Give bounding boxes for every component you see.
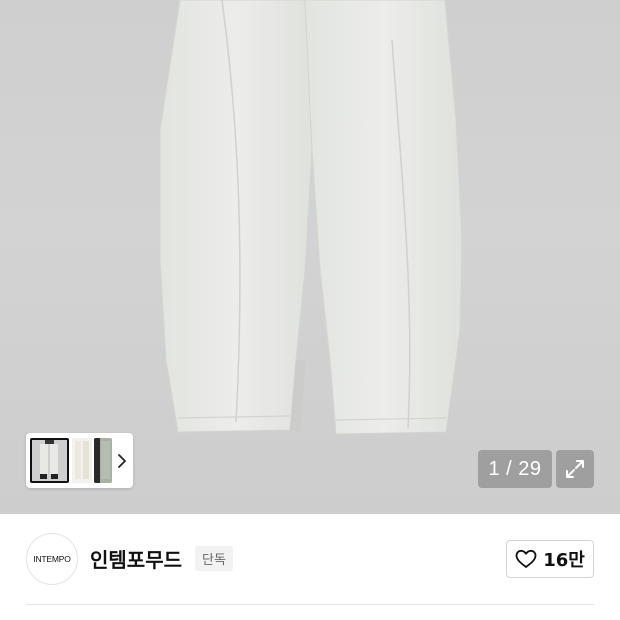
- heart-icon: [515, 549, 537, 568]
- thumbnail-1[interactable]: [30, 438, 69, 483]
- brand-name[interactable]: 인템포무드: [90, 544, 182, 573]
- divider: [26, 604, 594, 605]
- thumbnail-2[interactable]: [72, 438, 92, 483]
- expand-icon: [566, 460, 584, 478]
- chevron-right-icon[interactable]: [114, 450, 130, 472]
- brand-logo-text: INTEMPO: [33, 554, 71, 564]
- like-button[interactable]: 16만: [506, 540, 594, 578]
- image-counter: 1 / 29: [478, 450, 552, 488]
- product-image-gallery[interactable]: 1 / 29: [0, 0, 620, 514]
- thumbnail-3[interactable]: [94, 438, 112, 483]
- brand-row: INTEMPO 인템포무드 단독 16만: [0, 514, 620, 606]
- thumbnail-strip: [26, 433, 133, 488]
- brand-logo[interactable]: INTEMPO: [26, 533, 78, 585]
- like-count: 16만: [543, 550, 585, 571]
- exclusive-badge: 단독: [195, 546, 233, 571]
- expand-button[interactable]: [556, 450, 594, 488]
